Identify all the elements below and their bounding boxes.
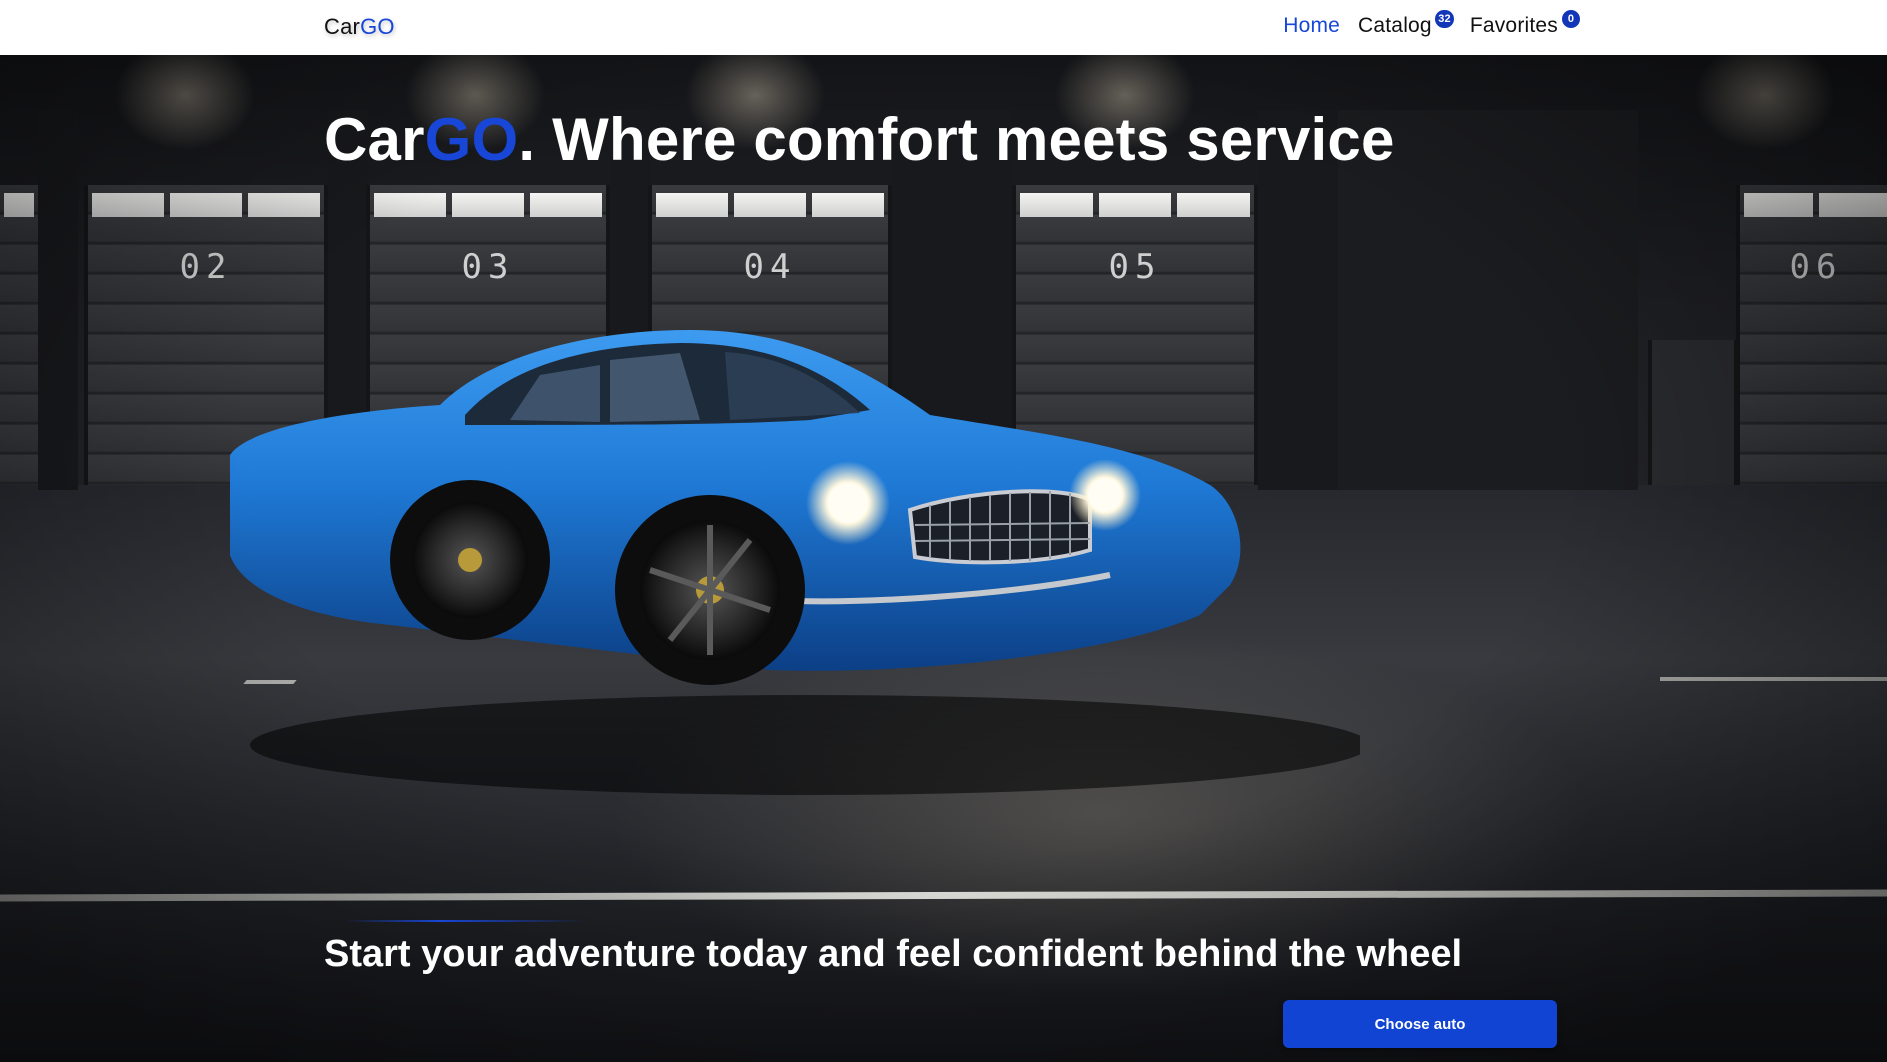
hero-banner: 02 03 04 05 06 — [0, 55, 1887, 1062]
favorites-count-badge: 0 — [1562, 10, 1580, 28]
site-logo[interactable]: CarGO — [324, 14, 395, 40]
catalog-count-badge: 32 — [1435, 10, 1454, 28]
hero-title-accent: GO — [424, 106, 519, 173]
nav-favorites-link[interactable]: Favorites 0 — [1469, 10, 1580, 38]
hero-title-rest: . Where comfort meets service — [518, 106, 1395, 173]
main-nav: Home Catalog 32 Favorites 0 — [1265, 10, 1580, 38]
hero-subtitle: Start your adventure today and feel conf… — [324, 933, 1463, 975]
logo-accent: GO — [360, 14, 395, 39]
hero-title-prefix: Car — [324, 106, 425, 173]
choose-auto-button[interactable]: Choose auto — [1283, 1000, 1557, 1048]
logo-text: Car — [324, 14, 361, 39]
nav-catalog-link[interactable]: Catalog 32 — [1358, 10, 1454, 38]
nav-favorites-label: Favorites — [1469, 14, 1558, 37]
hero-title: CarGO. Where comfort meets service — [324, 105, 1395, 174]
nav-home-link[interactable]: Home — [1283, 14, 1340, 38]
top-navbar: CarGO Home Catalog 32 Favorites 0 — [0, 0, 1887, 55]
nav-catalog-label: Catalog — [1358, 14, 1432, 37]
hero-vignette — [0, 55, 1887, 1062]
subtitle-accent-line — [345, 920, 585, 922]
